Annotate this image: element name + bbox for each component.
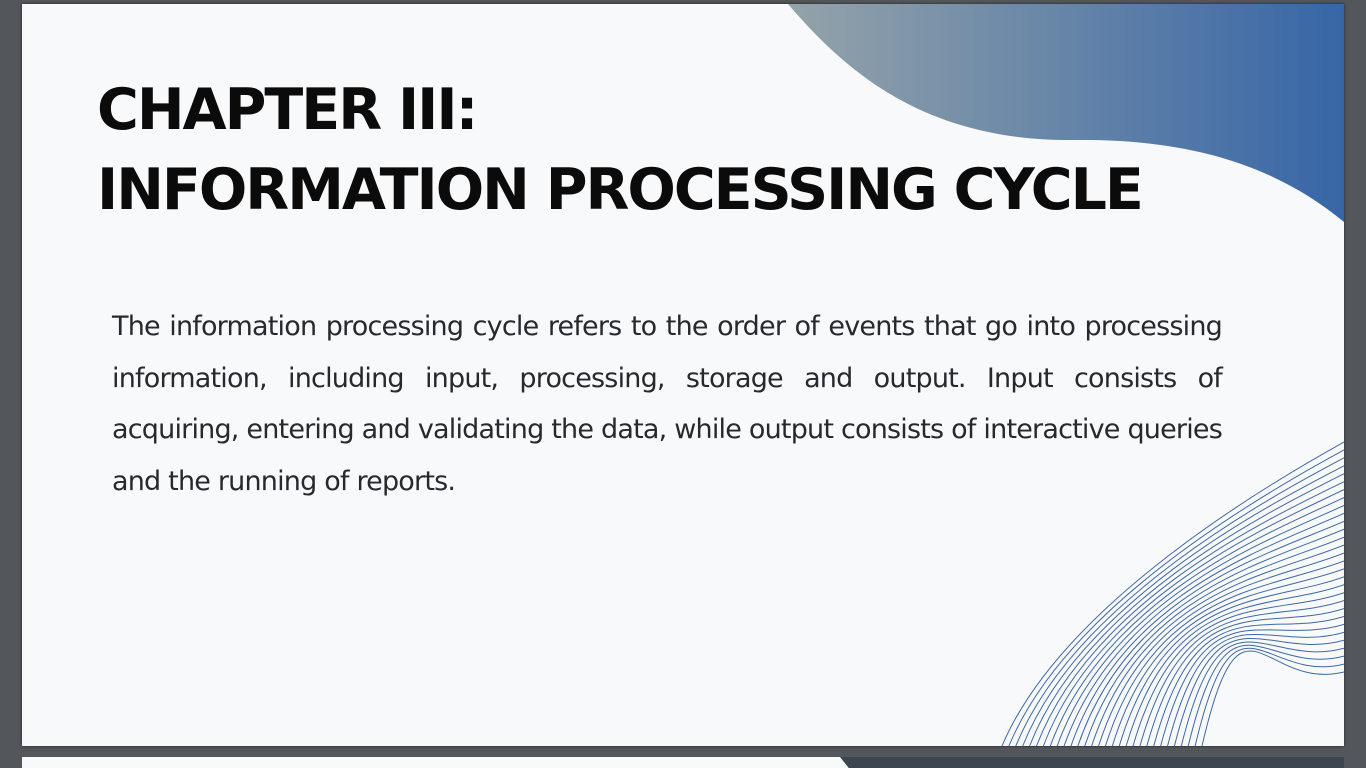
page-title: CHAPTER III: INFORMATION PROCESSING CYCL… <box>97 70 1144 230</box>
wave-line <box>1146 608 1344 746</box>
title-line-2: INFORMATION PROCESSING CYCLE <box>97 157 1144 223</box>
next-slide-page[interactable] <box>22 757 1344 768</box>
document-viewer[interactable]: CHAPTER III: INFORMATION PROCESSING CYCL… <box>0 0 1366 768</box>
wave-line <box>1153 616 1344 746</box>
wave-line <box>1194 647 1344 746</box>
body-paragraph: The information processing cycle refers … <box>112 311 1223 497</box>
next-slide-decoration <box>840 757 1344 768</box>
wave-line <box>1036 481 1344 746</box>
wave-line <box>1187 644 1344 746</box>
wave-line <box>1173 637 1344 746</box>
title-line-1: CHAPTER III: <box>97 77 478 143</box>
slide-page: CHAPTER III: INFORMATION PROCESSING CYCL… <box>22 4 1344 746</box>
wave-line <box>1022 465 1344 746</box>
wave-line <box>1125 584 1344 746</box>
